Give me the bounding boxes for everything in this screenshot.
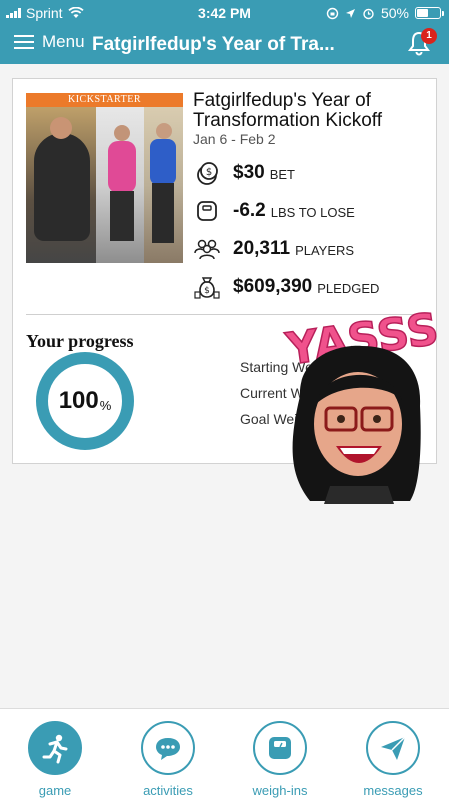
status-bar: Sprint 3:42 PM 50%: [0, 0, 449, 26]
menu-label: Menu: [42, 32, 85, 51]
game-photo: KICKSTARTER: [26, 93, 183, 263]
bottom-tab-bar: game activities weigh-ins messages: [0, 708, 449, 800]
notifications-button[interactable]: 1: [407, 28, 437, 61]
menu-button[interactable]: Menu: [14, 32, 85, 52]
group-icon: [193, 235, 221, 263]
bet-value: $30: [233, 162, 265, 183]
location-icon: [345, 8, 355, 18]
notification-badge: 1: [421, 28, 437, 44]
tab-messages[interactable]: messages: [348, 721, 438, 798]
lose-unit: LBS TO LOSE: [270, 205, 355, 220]
nav-bar: Menu Fatgirlfedup's Year of Tra... 1: [0, 28, 449, 64]
game-dates: Jan 6 - Feb 2: [193, 131, 276, 147]
progress-ring: 100 %: [35, 351, 135, 451]
kickstarter-tag: KICKSTARTER: [26, 93, 183, 107]
bet-unit: BET: [269, 167, 295, 182]
pledged-unit: PLEDGED: [317, 281, 380, 296]
pledged-value: $609,390: [233, 276, 313, 297]
rotation-lock-icon: [326, 7, 339, 19]
tab-weigh-ins-label: weigh-ins: [252, 783, 308, 798]
players-stat: 20,311 PLAYERS: [193, 235, 354, 263]
tab-game-label: game: [38, 783, 72, 798]
coin-icon: $: [193, 159, 221, 187]
yasss-sticker: YASSS: [270, 296, 449, 504]
tab-activities-label: activities: [143, 783, 193, 798]
lose-value: -6.2: [233, 200, 266, 221]
paper-plane-icon: [381, 736, 406, 760]
hamburger-icon: [14, 35, 34, 49]
players-unit: PLAYERS: [295, 243, 355, 258]
money-bag-icon: $: [193, 273, 221, 301]
scale-icon: [269, 737, 291, 759]
runner-icon: [42, 734, 68, 764]
battery-icon: [415, 7, 444, 19]
tab-activities-circle: [141, 721, 195, 775]
tab-activities[interactable]: activities: [123, 721, 213, 798]
page-title: Fatgirlfedup's Year of Tra...: [92, 34, 335, 55]
scale-icon: [193, 197, 221, 225]
app-header: Sprint 3:42 PM 50% Menu Fatgirlfedup's Y…: [0, 0, 449, 64]
players-value: 20,311: [233, 238, 291, 259]
svg-text:$: $: [206, 167, 212, 178]
progress-title: Your progress: [26, 331, 134, 351]
alarm-icon: [363, 8, 374, 19]
game-title: Fatgirlfedup's Year of Transformation Ki…: [193, 90, 383, 131]
tab-weigh-ins[interactable]: weigh-ins: [235, 721, 325, 798]
bet-stat: $ $30 BET: [193, 159, 295, 187]
tab-weigh-ins-circle: [253, 721, 307, 775]
lose-stat: -6.2 LBS TO LOSE: [193, 197, 355, 225]
tab-messages-circle: [366, 721, 420, 775]
progress-percent-symbol: %: [99, 397, 112, 413]
svg-text:$: $: [204, 286, 210, 296]
tab-game[interactable]: game: [10, 721, 100, 798]
chat-bubble-icon: [156, 738, 180, 760]
battery-percent: 50%: [380, 5, 409, 21]
tab-game-circle: [28, 721, 82, 775]
progress-percent: 100: [58, 387, 99, 414]
tab-messages-label: messages: [363, 783, 423, 798]
